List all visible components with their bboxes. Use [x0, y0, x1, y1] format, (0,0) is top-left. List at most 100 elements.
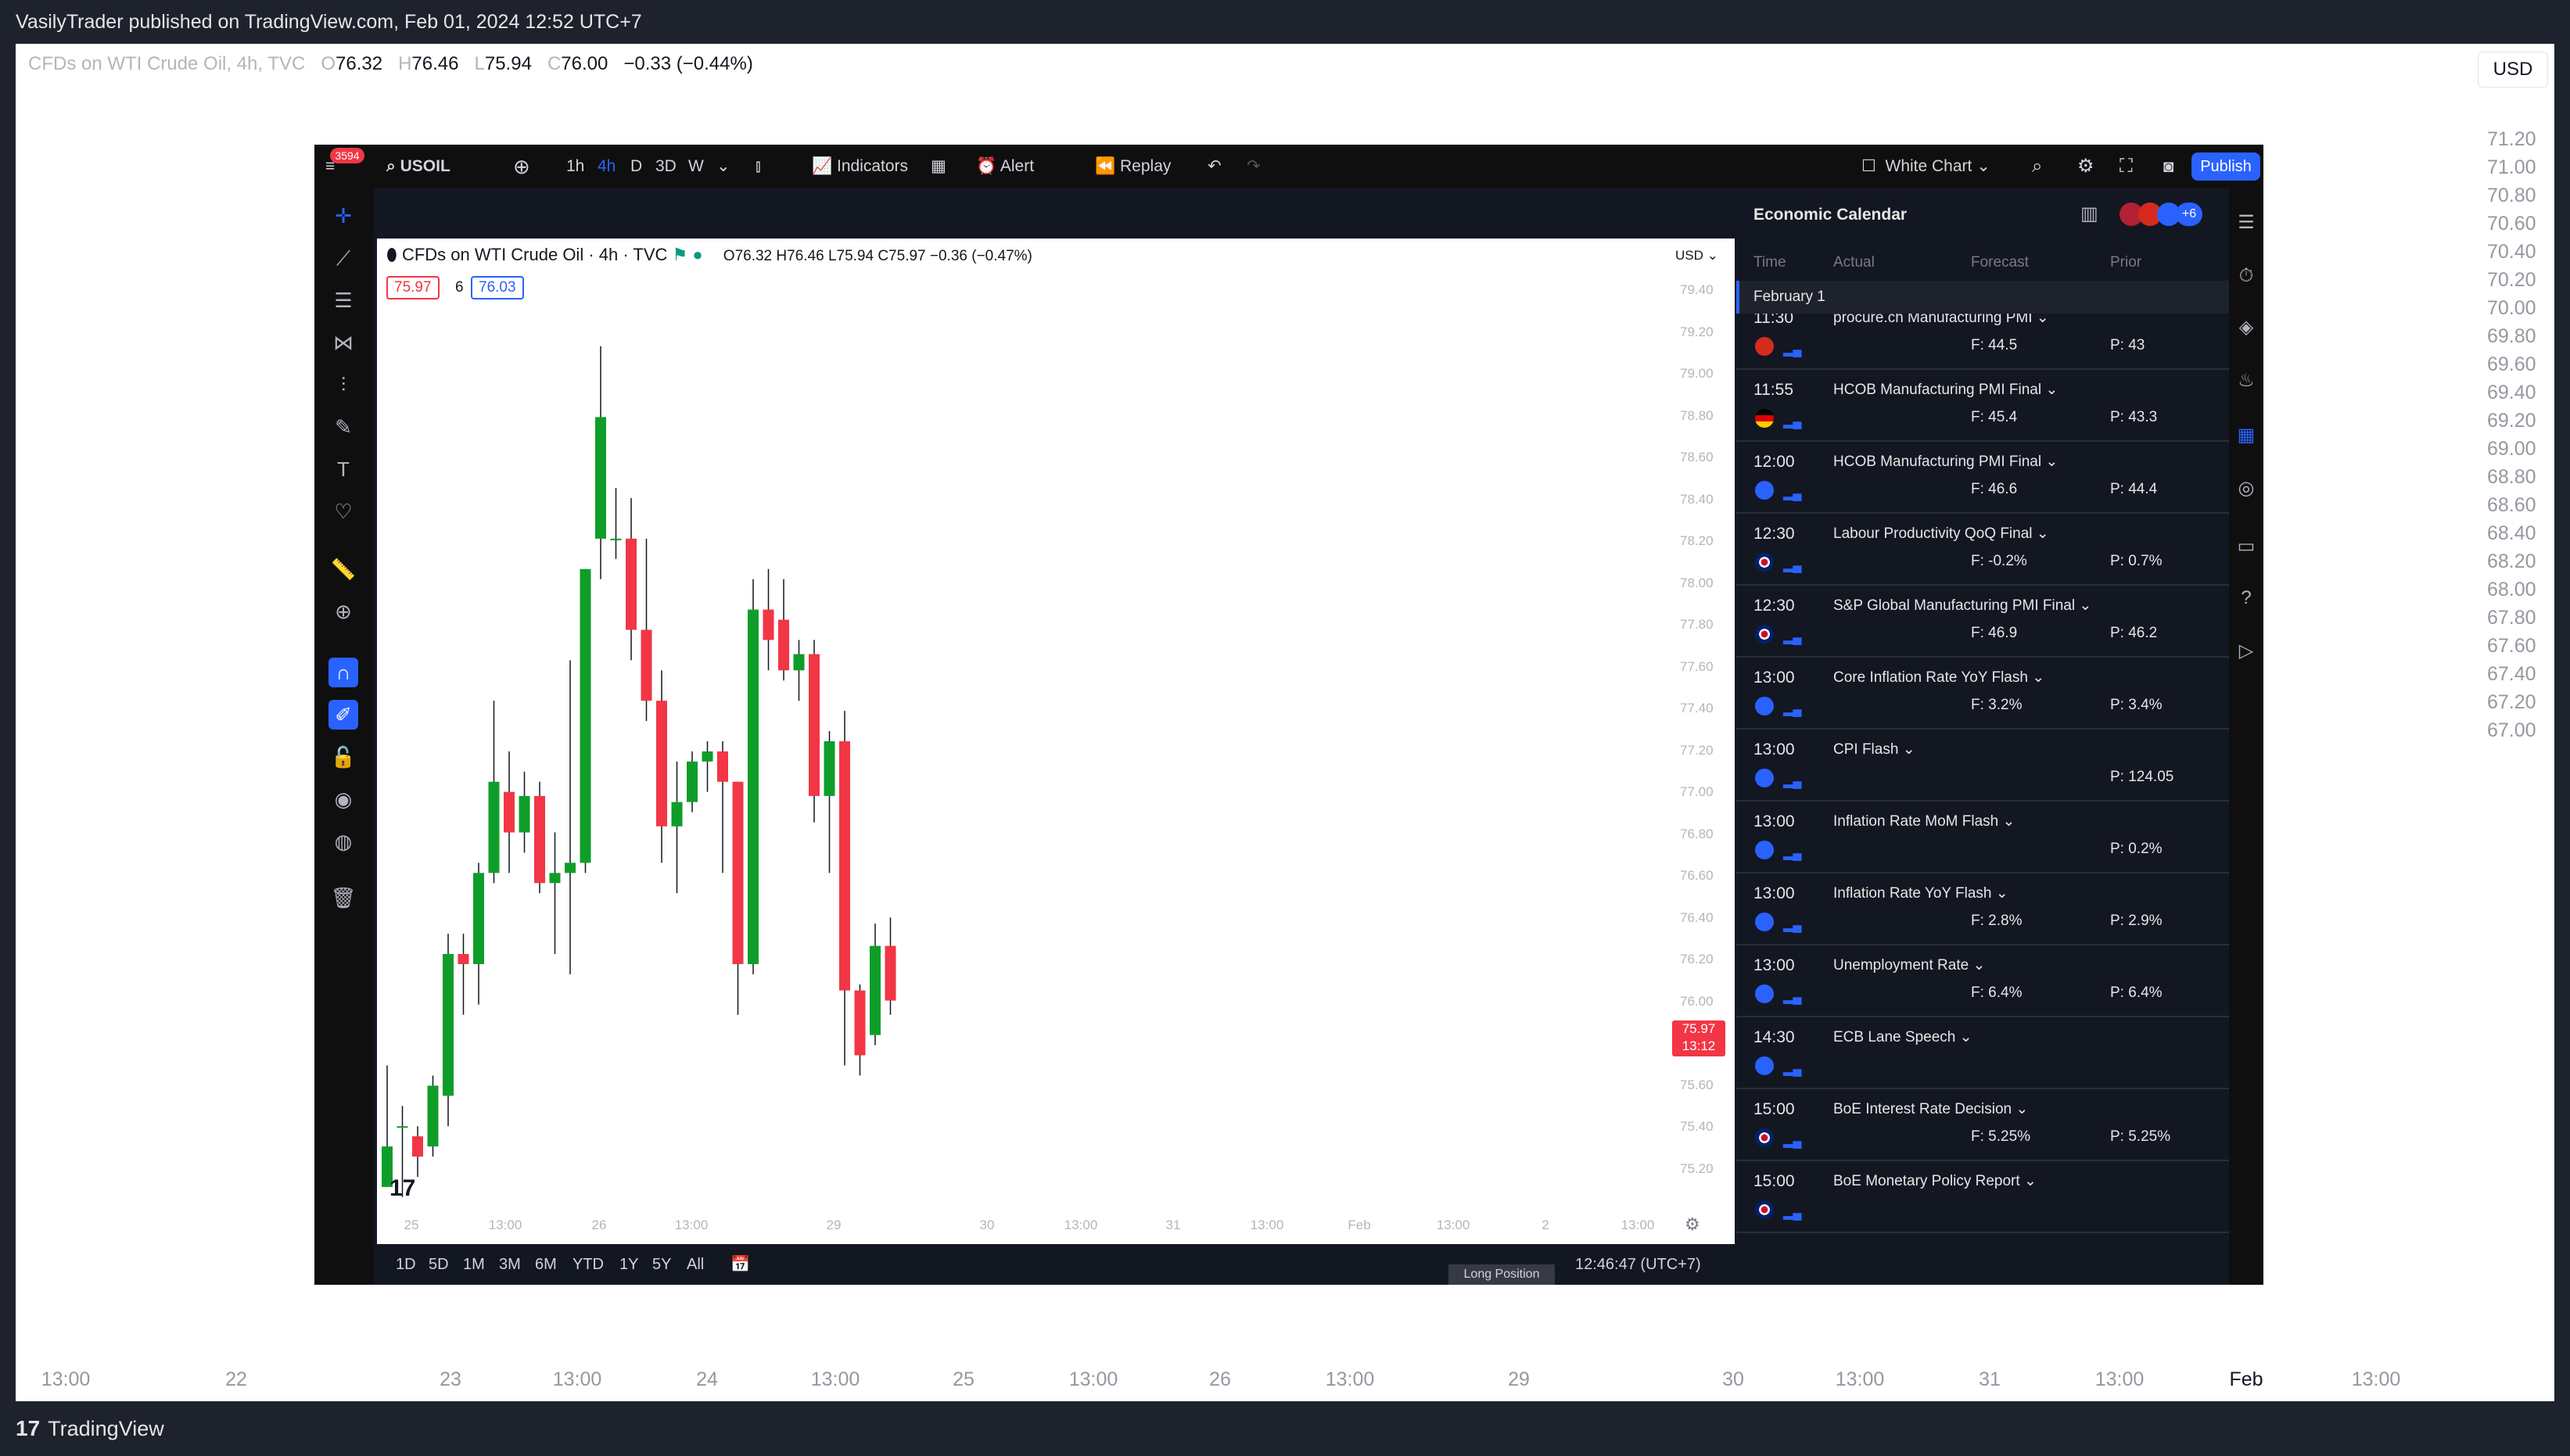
- symbol-search[interactable]: ⌕ USOIL: [386, 145, 450, 188]
- interval-3d[interactable]: 3D: [655, 145, 677, 188]
- drawing-toolbar: ✛ ⟋ ☰ ⋈ ⫶ ✎ T ♡ 📏 ⊕ ∩ ✐ 🔓 ◉ ◍ 🗑: [314, 188, 374, 1285]
- period-ytd[interactable]: YTD: [573, 1244, 604, 1285]
- stay-drawing-icon[interactable]: ✐: [328, 700, 358, 730]
- calendar-event-row[interactable]: 11:55 HCOB Manufacturing PMI Final ⌄ ▂▄ F: …: [1736, 370, 2229, 442]
- country-filter[interactable]: +6: [2120, 203, 2202, 226]
- period-all[interactable]: All: [687, 1244, 704, 1285]
- publish-button[interactable]: Publish: [2191, 152, 2260, 181]
- stream-icon[interactable]: ▷: [2232, 637, 2260, 665]
- add-symbol-icon[interactable]: ⊕: [513, 145, 530, 188]
- calendar-title: Economic Calendar: [1753, 206, 1908, 224]
- magnet-icon[interactable]: ∩: [328, 658, 358, 687]
- quick-search-icon[interactable]: ⌕: [2032, 145, 2042, 188]
- chat-icon[interactable]: ▭: [2232, 533, 2260, 561]
- event-forecast: F: 3.2%: [1971, 697, 2023, 713]
- calendar-event-row[interactable]: 14:30 ECB Lane Speech ⌄ ▂▄: [1736, 1017, 2229, 1089]
- interval-4h[interactable]: 4h: [598, 145, 616, 188]
- outer-legend: CFDs on WTI Crude Oil, 4h, TVC O76.32 H7…: [28, 53, 753, 75]
- period-1y[interactable]: 1Y: [619, 1244, 638, 1285]
- camera-icon[interactable]: ◙: [2163, 145, 2173, 188]
- help-icon[interactable]: ?: [2232, 584, 2260, 612]
- calendar-event-row[interactable]: 15:00 BoE Monetary Policy Report ⌄ ▂▄: [1736, 1161, 2229, 1233]
- undo-icon[interactable]: ↶: [1208, 145, 1222, 188]
- text-icon[interactable]: T: [328, 454, 358, 484]
- sell-button[interactable]: 75.97: [386, 276, 440, 299]
- calendar-event-row[interactable]: 13:00 CPI Flash ⌄ ▂▄ P: 124.05: [1736, 730, 2229, 802]
- chevron-down-icon[interactable]: ⌄: [716, 145, 730, 188]
- pattern-icon[interactable]: ⋈: [328, 328, 358, 357]
- inner-currency[interactable]: USD ⌄: [1675, 248, 1718, 264]
- layouts-icon[interactable]: ▦: [931, 145, 946, 188]
- current-price-tag: 75.97 13:12: [1672, 1020, 1725, 1056]
- period-6m[interactable]: 6M: [535, 1244, 557, 1285]
- calendar-event-row[interactable]: 12:30 S&P Global Manufacturing PMI Final …: [1736, 586, 2229, 658]
- brush-icon[interactable]: ✎: [328, 412, 358, 442]
- calendar-event-row[interactable]: 12:30 Labour Productivity QoQ Final ⌄ ▂▄ F:…: [1736, 514, 2229, 586]
- calendar-event-row[interactable]: 13:00 Core Inflation Rate YoY Flash ⌄ ▂▄ F:…: [1736, 658, 2229, 730]
- calendar-event-row[interactable]: 13:00 Unemployment Rate ⌄ ▂▄ F: 6.4% P: 6.4%: [1736, 945, 2229, 1017]
- layout-button[interactable]: ☐ White Chart ⌄: [1861, 145, 1990, 188]
- alerts-icon[interactable]: ⏱: [2232, 262, 2260, 290]
- inner-time-tick: 30: [979, 1218, 995, 1232]
- interval-1h[interactable]: 1h: [566, 145, 584, 188]
- buy-button[interactable]: 76.03: [471, 276, 524, 299]
- redo-icon[interactable]: ↷: [1247, 145, 1261, 188]
- tradingview-logo: 17: [389, 1175, 416, 1201]
- period-5d[interactable]: 5D: [429, 1244, 449, 1285]
- interval-w[interactable]: W: [688, 145, 704, 188]
- calendar-icon[interactable]: ▦: [2232, 421, 2260, 450]
- menu-icon[interactable]: ≡: [325, 145, 335, 188]
- date-range-icon[interactable]: 📅: [730, 1244, 750, 1285]
- watchlist-icon[interactable]: ☰: [2232, 209, 2260, 237]
- outer-symbol: CFDs on WTI Crude Oil, 4h, TVC: [28, 53, 306, 74]
- zoom-icon[interactable]: ⊕: [328, 597, 358, 626]
- event-time: 12:30: [1753, 525, 1795, 543]
- calendar-event-row[interactable]: 13:00 Inflation Rate YoY Flash ⌄ ▂▄ F: 2.8%…: [1736, 873, 2229, 945]
- header-forecast: Forecast: [1971, 254, 2029, 271]
- period-5y[interactable]: 5Y: [652, 1244, 671, 1285]
- calendar-event-row[interactable]: 13:00 Inflation Rate MoM Flash ⌄ ▂▄ P: 0.2%: [1736, 802, 2229, 873]
- outer-price-tick: 71.20: [2487, 128, 2536, 150]
- change-value: −0.33 (−0.44%): [623, 53, 753, 74]
- event-time: 13:00: [1753, 884, 1795, 902]
- chart-bars-icon[interactable]: ▥: [2080, 203, 2098, 225]
- period-3m[interactable]: 3M: [499, 1244, 521, 1285]
- alert-button[interactable]: ⏰ Alert: [976, 145, 1034, 188]
- forecast-icon[interactable]: ⫶: [328, 370, 358, 400]
- hotlist-icon[interactable]: ♨: [2232, 367, 2260, 395]
- period-1d[interactable]: 1D: [396, 1244, 416, 1285]
- period-1m[interactable]: 1M: [463, 1244, 485, 1285]
- ideas-icon[interactable]: ◎: [2232, 475, 2260, 503]
- outer-price-tick: 67.60: [2487, 635, 2536, 657]
- trash-icon[interactable]: 🗑: [328, 883, 358, 913]
- layers-icon[interactable]: ◈: [2232, 314, 2260, 342]
- fib-icon[interactable]: ☰: [328, 285, 358, 315]
- bullish-candle: [610, 538, 622, 540]
- replay-button[interactable]: ⏪ Replay: [1095, 145, 1171, 188]
- eye-icon[interactable]: ◉: [328, 784, 358, 814]
- globe-icon[interactable]: ◍: [328, 827, 358, 856]
- outer-time-tick: 23: [440, 1368, 461, 1390]
- outer-price-tick: 69.60: [2487, 353, 2536, 375]
- ruler-icon[interactable]: 📏: [328, 554, 358, 584]
- gear-icon[interactable]: ⚙: [2077, 145, 2094, 188]
- indicators-button[interactable]: 📈 Indicators: [812, 145, 908, 188]
- inner-currency-label: USD: [1675, 248, 1703, 263]
- calendar-event-row[interactable]: 12:00 HCOB Manufacturing PMI Final ⌄ ▂▄ F: …: [1736, 442, 2229, 514]
- fullscreen-icon[interactable]: ⛶: [2120, 145, 2133, 188]
- settings-icon[interactable]: ⚙: [1685, 1214, 1700, 1235]
- outer-time-tick: 29: [1508, 1368, 1530, 1390]
- inner-chart[interactable]: ⬮ CFDs on WTI Crude Oil · 4h · TVC ⚑ ● O…: [377, 238, 1735, 1244]
- alert-label: Alert: [1000, 157, 1035, 175]
- lock-icon[interactable]: 🔓: [328, 742, 358, 772]
- heart-icon[interactable]: ♡: [328, 497, 358, 526]
- trend-line-icon[interactable]: ⟋: [328, 243, 358, 273]
- outer-price-tick: 70.80: [2487, 185, 2536, 206]
- candle-type-icon[interactable]: ⫾: [756, 145, 761, 188]
- calendar-event-row[interactable]: 15:00 BoE Interest Rate Decision ⌄ ▂▄ F: 5.…: [1736, 1089, 2229, 1161]
- crosshair-icon[interactable]: ✛: [328, 201, 358, 231]
- high-label: H: [398, 53, 412, 74]
- country-flag-icon: [1755, 409, 1774, 428]
- currency-button[interactable]: USD: [2478, 52, 2548, 88]
- interval-d[interactable]: D: [630, 145, 642, 188]
